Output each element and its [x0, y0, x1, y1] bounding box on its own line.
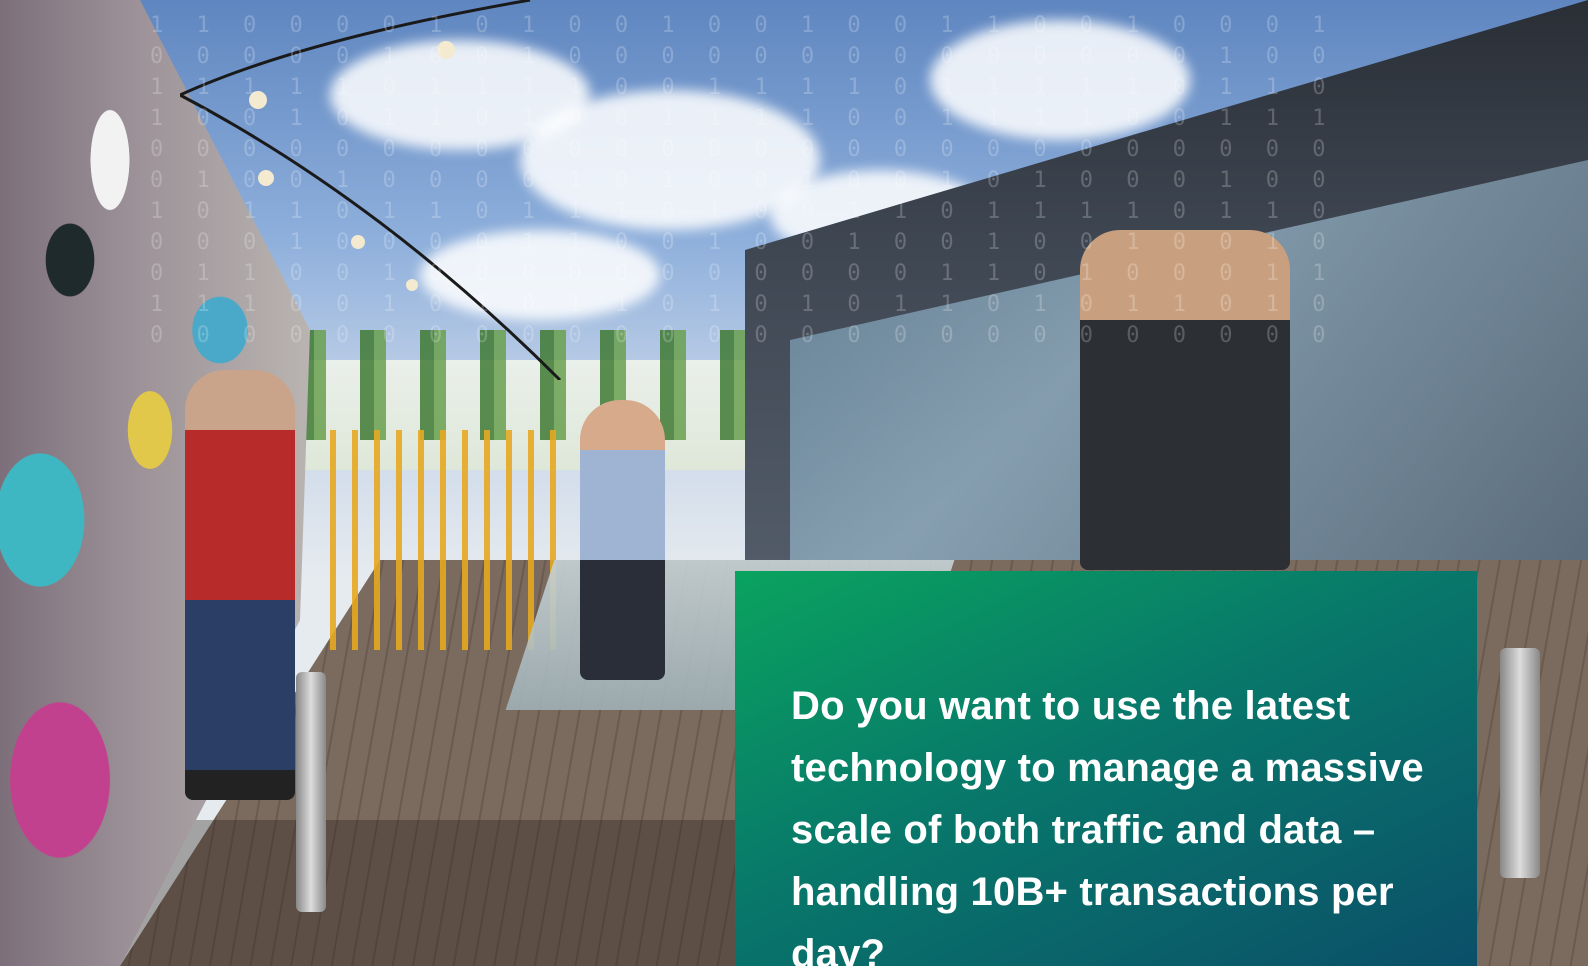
- person-playing: [580, 400, 665, 680]
- cta-panel: Do you want to use the latest technology…: [735, 571, 1477, 966]
- bar-stools: [330, 430, 560, 650]
- deck-light-post: [1500, 648, 1540, 878]
- cta-headline: Do you want to use the latest technology…: [791, 684, 1424, 966]
- binary-overlay: 1 1 0 0 0 0 1 0 1 0 0 1 0 0 1 0 0 1 1 0 …: [150, 13, 1336, 348]
- deck-shadow: [120, 820, 740, 966]
- person-red-hoodie: [185, 370, 295, 800]
- deck-light-post: [296, 672, 326, 912]
